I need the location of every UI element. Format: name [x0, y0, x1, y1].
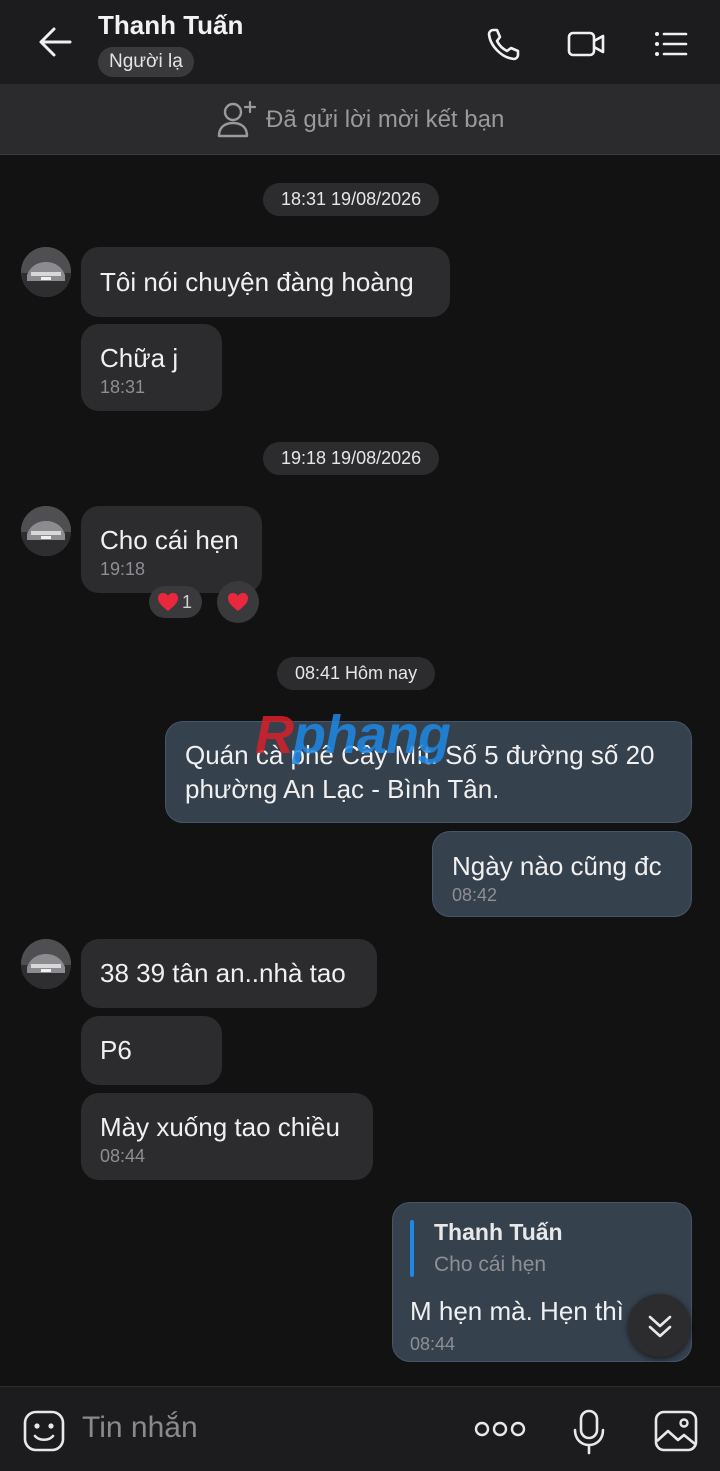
- video-call-icon[interactable]: [566, 24, 606, 64]
- microphone-icon[interactable]: [571, 1409, 607, 1460]
- add-friend-icon: [215, 99, 257, 139]
- timestamp-chip: 08:41 Hôm nay: [277, 657, 436, 690]
- message-input[interactable]: Tin nhắn: [82, 1411, 198, 1445]
- message-text: Chữa j: [100, 343, 179, 373]
- message-time: 08:44: [100, 1146, 146, 1166]
- message-text: Tôi nói chuyện đàng hoàng: [100, 267, 414, 297]
- friend-request-status: Đã gửi lời mời kết bạn: [266, 106, 505, 133]
- timestamp-chip: 19:18 19/08/2026: [263, 442, 440, 475]
- message-time: 08:44: [410, 1334, 456, 1354]
- message-time: 19:18: [100, 559, 146, 579]
- message-time: 18:31: [100, 377, 146, 397]
- quote-sender: Thanh Tuấn: [434, 1219, 563, 1245]
- scroll-to-bottom-button[interactable]: [628, 1294, 691, 1357]
- react-button[interactable]: [217, 581, 259, 623]
- quote-bar: [410, 1220, 414, 1277]
- more-options-icon[interactable]: [474, 1417, 526, 1446]
- message-time: 08:42: [452, 885, 498, 905]
- message-text-line: phường An Lạc - Bình Tân.: [185, 774, 500, 804]
- avatar[interactable]: [21, 506, 71, 556]
- message-input-bar: Tin nhắn: [0, 1386, 720, 1471]
- timestamp-chip: 18:31 19/08/2026: [263, 183, 440, 216]
- contact-name[interactable]: Thanh Tuấn: [98, 10, 243, 41]
- phone-icon[interactable]: [484, 24, 524, 64]
- outgoing-message[interactable]: Ngày nào cũng đc 08:42: [432, 831, 692, 917]
- quote-text: Cho cái hẹn: [434, 1253, 547, 1276]
- message-text: 38 39 tân an..nhà tao: [100, 958, 346, 988]
- stranger-badge: Người lạ: [98, 47, 194, 77]
- watermark-logo: Rphang: [255, 705, 451, 765]
- heart-icon: [157, 592, 179, 616]
- incoming-message[interactable]: P6: [81, 1016, 222, 1085]
- double-chevron-down-icon: [645, 1312, 675, 1347]
- avatar[interactable]: [21, 939, 71, 989]
- back-arrow-icon[interactable]: [34, 22, 78, 62]
- message-text: M hẹn mà. Hẹn thì: [410, 1296, 624, 1326]
- reaction-count: 1: [182, 592, 193, 612]
- emoji-sticker-icon[interactable]: [22, 1409, 66, 1458]
- chat-header: Thanh Tuấn Người lạ: [0, 0, 720, 84]
- incoming-message[interactable]: Chữa j 18:31: [81, 324, 222, 411]
- message-text: Mày xuống tao chiều: [100, 1112, 340, 1142]
- heart-icon: [227, 592, 249, 617]
- avatar[interactable]: [21, 247, 71, 297]
- image-gallery-icon[interactable]: [653, 1409, 699, 1458]
- message-text: P6: [100, 1035, 132, 1065]
- incoming-message[interactable]: Cho cái hẹn 19:18: [81, 506, 262, 593]
- reaction-summary[interactable]: 1: [149, 586, 202, 618]
- incoming-message[interactable]: Mày xuống tao chiều 08:44: [81, 1093, 373, 1180]
- incoming-message[interactable]: Tôi nói chuyện đàng hoàng: [81, 247, 450, 317]
- menu-list-icon[interactable]: [650, 24, 690, 64]
- friend-request-bar: Đã gửi lời mời kết bạn: [0, 84, 720, 155]
- message-text: Cho cái hẹn: [100, 525, 239, 555]
- incoming-message[interactable]: 38 39 tân an..nhà tao: [81, 939, 377, 1008]
- message-text: Ngày nào cũng đc: [452, 851, 662, 881]
